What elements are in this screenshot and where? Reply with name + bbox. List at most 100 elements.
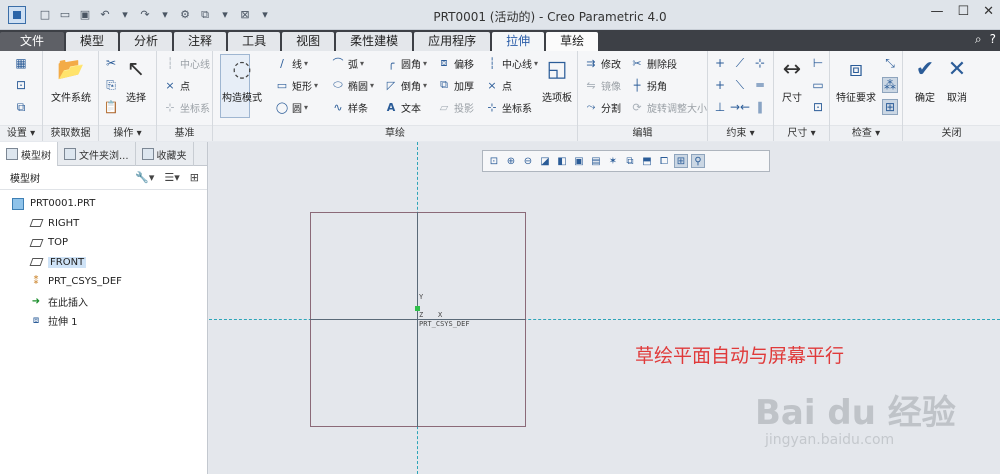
datum-point-button[interactable]: × 点 [163, 76, 190, 94]
search-icon[interactable]: ⌕ [975, 32, 982, 47]
datum-csys-button[interactable]: ⊹ 坐标系 [163, 98, 210, 116]
group-label-inspect[interactable]: 检查 ▾ [830, 125, 902, 141]
baseline-icon[interactable]: ▭ [810, 77, 826, 93]
help-icon[interactable]: ? [990, 32, 996, 47]
copy-icon[interactable]: ⎘ [103, 77, 119, 93]
tree-columns-icon[interactable]: ☰▾ [164, 171, 179, 184]
text-button[interactable]: A 文本 [384, 98, 421, 116]
zoom-in-icon[interactable]: ⊕ [504, 154, 518, 168]
reference-icon[interactable]: ⊡ [13, 77, 29, 93]
highlight-open-ends-icon[interactable]: ⁂ [882, 77, 898, 93]
overlap-geometry-icon[interactable]: ⤡ [882, 55, 898, 71]
tangent-constraint-icon[interactable]: ⟋ [732, 55, 748, 71]
offset-button[interactable]: ⧈ 偏移 [437, 54, 475, 72]
tree-node-insert-here[interactable]: ➜ 在此插入 [0, 292, 207, 312]
tree-node-extrude[interactable]: ⧈ 拉伸 1 [0, 311, 207, 331]
coincident-constraint-icon[interactable]: ⟍ [732, 77, 748, 93]
fillet-button[interactable]: ╭ 圆角 ▾ [384, 54, 427, 72]
rotate-resize-button[interactable]: ⟳ 旋转调整大小 [630, 98, 707, 116]
equal-constraint-icon[interactable]: ═ [752, 77, 768, 93]
circle-button[interactable]: ◯ 圆 ▾ [275, 98, 308, 116]
tab-file[interactable]: 文件 [0, 32, 65, 51]
close-window-icon[interactable]: ⊠ [236, 8, 254, 21]
tab-view[interactable]: 视图 [282, 32, 335, 51]
sketch-view-icon[interactable]: ⧉ [13, 99, 29, 115]
new-icon[interactable]: □ [36, 8, 54, 21]
corner-button[interactable]: ┼ 拐角 [630, 76, 667, 94]
tab-sketch[interactable]: 草绘 [546, 32, 599, 51]
minimize-icon[interactable]: — [930, 4, 943, 19]
sketch-csys-button[interactable]: ⊹ 坐标系 [485, 98, 532, 116]
symmetric-constraint-icon[interactable]: →← [730, 99, 750, 115]
refit-icon[interactable]: ⊡ [487, 154, 501, 168]
project-button[interactable]: ▱ 投影 [437, 98, 474, 116]
arc-button[interactable]: ⌒ 弧 ▾ [331, 54, 365, 72]
tab-applications[interactable]: 应用程序 [414, 32, 491, 51]
sketch-setup-icon[interactable]: ▦ [13, 55, 29, 71]
datum-centerline-button[interactable]: ┆ 中心线 [163, 54, 210, 72]
group-label-constrain[interactable]: 约束 ▾ [708, 125, 773, 141]
creo-app-icon[interactable] [8, 5, 26, 24]
rectangle-button[interactable]: ▭ 矩形 ▾ [275, 76, 318, 94]
tree-filter-icon[interactable]: ⊞ [190, 171, 199, 184]
open-icon[interactable]: ▭ [56, 8, 74, 21]
construction-mode-button[interactable]: ◌ 构造模式 [219, 55, 265, 105]
spin-center-icon[interactable]: ⬒ [640, 154, 654, 168]
sketcher-display-icon[interactable]: ⊞ [674, 154, 688, 168]
sketch-view-icon[interactable]: ⧠ [657, 154, 671, 168]
horizontal-constraint-icon[interactable]: + [712, 77, 728, 93]
datum-display-icon[interactable]: ✶ [606, 154, 620, 168]
tab-annotate[interactable]: 注释 [174, 32, 227, 51]
annotation-display-icon[interactable]: ⧉ [623, 154, 637, 168]
perpendicular-constraint-icon[interactable]: ⊥ [712, 99, 728, 115]
feature-requirements-button[interactable]: ⧈ 特征要求 [834, 55, 878, 105]
tree-node-part[interactable]: PRT0001.PRT [0, 194, 207, 214]
graphics-window[interactable]: ⊡ ⊕ ⊖ ◪ ◧ ▣ ▤ ✶ ⧉ ⬒ ⧠ ⊞ ⚲ Y Z X PRT_CSYS… [209, 142, 1000, 474]
tab-favorites[interactable]: 收藏夹 [136, 142, 194, 166]
line-button[interactable]: ∕ 线 ▾ [275, 54, 308, 72]
switch-window-icon[interactable]: ⧉ [196, 8, 214, 22]
tab-model-tree[interactable]: 模型树 [0, 142, 58, 166]
zoom-out-icon[interactable]: ⊖ [521, 154, 535, 168]
tab-model[interactable]: 模型 [66, 32, 119, 51]
reference-dimension-icon[interactable]: ⊡ [810, 99, 826, 115]
sketch-point-button[interactable]: × 点 [485, 76, 512, 94]
save-icon[interactable]: ▣ [76, 8, 94, 21]
perimeter-icon[interactable]: ⊢ [810, 55, 826, 71]
cancel-button[interactable]: ✕ 取消 [941, 55, 973, 105]
tab-folder-browser[interactable]: 文件夹浏... [58, 142, 136, 166]
close-icon[interactable]: ✕ [983, 4, 994, 19]
group-label-setup[interactable]: 设置 ▾ [0, 125, 42, 141]
midpoint-constraint-icon[interactable]: ⊹ [752, 55, 768, 71]
undo-icon[interactable]: ↶ [96, 8, 114, 21]
shade-closed-loops-icon[interactable]: ⊞ [882, 99, 898, 115]
vertical-constraint-icon[interactable]: + [712, 55, 728, 71]
chamfer-button[interactable]: ◸ 倒角 ▾ [384, 76, 427, 94]
dimension-button[interactable]: ↔ 尺寸 [776, 55, 808, 105]
regenerate-icon[interactable]: ⚙ [176, 8, 194, 21]
redo-dropdown-icon[interactable]: ▾ [156, 8, 174, 21]
tree-node-top[interactable]: TOP [0, 233, 207, 253]
tab-analysis[interactable]: 分析 [120, 32, 173, 51]
references-display-icon[interactable]: ⚲ [691, 154, 705, 168]
palette-button[interactable]: ◱ 选项板 [539, 55, 575, 105]
thicken-button[interactable]: ⧉ 加厚 [437, 76, 474, 94]
group-label-operations[interactable]: 操作 ▾ [99, 125, 156, 141]
tree-settings-icon[interactable]: 🔧▾ [135, 171, 154, 184]
tree-node-csys[interactable]: ⁑ PRT_CSYS_DEF [0, 272, 207, 292]
qa-customize-icon[interactable]: ▾ [256, 8, 274, 21]
ok-button[interactable]: ✔ 确定 [909, 55, 941, 105]
maximize-icon[interactable]: ☐ [957, 4, 969, 19]
undo-dropdown-icon[interactable]: ▾ [116, 8, 134, 21]
window-dropdown-icon[interactable]: ▾ [216, 8, 234, 21]
paste-icon[interactable]: 📋 [103, 99, 119, 115]
tree-node-front[interactable]: FRONT [0, 253, 207, 273]
tab-flexible-modeling[interactable]: 柔性建模 [336, 32, 413, 51]
display-style-icon[interactable]: ◧ [555, 154, 569, 168]
select-tool[interactable]: ↖ 选择 [121, 55, 151, 105]
cut-icon[interactable]: ✂ [103, 55, 119, 71]
mirror-button[interactable]: ⇋ 镜像 [584, 76, 621, 94]
delete-segment-button[interactable]: ✂ 删除段 [630, 54, 677, 72]
modify-button[interactable]: ⇉ 修改 [584, 54, 621, 72]
tab-tools[interactable]: 工具 [228, 32, 281, 51]
